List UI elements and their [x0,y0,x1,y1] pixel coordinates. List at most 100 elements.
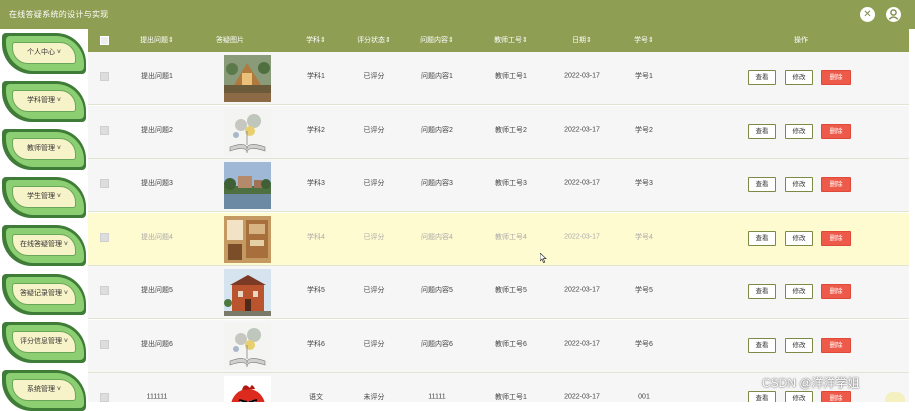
view-button[interactable]: 查看 [748,177,776,192]
cell-teacher: 教师工号5 [495,287,527,294]
view-button[interactable]: 查看 [748,124,776,139]
scroll-to-top-handle[interactable] [885,392,905,402]
cell-student: 学号2 [635,127,653,134]
edit-button[interactable]: 修改 [785,124,813,139]
cell-teacher: 教师工号3 [495,180,527,187]
sidebar-item[interactable]: 学科管理 ˅ [2,81,86,122]
cell-teacher: 教师工号1 [495,73,527,80]
watermark: CSDN @洋洋学姐 [762,376,860,390]
campus-lake-photo-thumbnail [224,162,271,209]
delete-button[interactable]: 删除 [821,177,851,192]
cell-teacher: 教师工号4 [495,234,527,241]
edit-button[interactable]: 修改 [785,391,813,402]
sidebar-item-label: 学生管理 ˅ [26,193,62,200]
column-header[interactable]: 学号⇕ [624,29,664,52]
edit-button[interactable]: 修改 [785,231,813,246]
table-row[interactable]: 提出问题4 学科4 已评分 问题内容4 教师工号4 2022-03-17 学号4 查看 修改 删除 [88,213,909,266]
dorm-room-photo-thumbnail [224,216,271,263]
sidebar-item-label: 教师管理 ˅ [26,145,62,152]
sidebar-item[interactable]: 个人中心 ˅ [2,33,86,74]
cell-student: 001 [638,393,650,401]
sidebar-item-label: 学科管理 ˅ [26,97,62,104]
cell-content: 问题内容1 [421,73,453,80]
edit-button[interactable]: 修改 [785,177,813,192]
sidebar-item-label: 系统管理 ˅ [26,386,62,393]
select-all-checkbox[interactable] [100,36,109,45]
delete-button[interactable]: 删除 [821,284,851,299]
row-checkbox[interactable] [100,393,109,402]
view-button[interactable]: 查看 [748,338,776,353]
cell-teacher: 教师工号6 [495,341,527,348]
column-header: 操作 [794,37,808,44]
delete-button[interactable]: 删除 [821,124,851,139]
view-button[interactable]: 查看 [748,70,776,85]
sidebar-item[interactable]: 教师管理 ˅ [2,129,86,170]
sidebar-item[interactable]: 答疑记录管理 ˅ [2,274,86,315]
close-icon[interactable]: ✕ [860,7,875,22]
table-row[interactable]: 提出问题5 学科5 已评分 问题内容5 教师工号5 2022-03-17 学号5 查看 修改 删除 [88,266,909,319]
table-row[interactable]: 提出问题1 学科1 已评分 问题内容1 教师工号1 2022-03-17 学号1 查看 修改 删除 [88,52,909,105]
cell-student: 学号3 [635,180,653,187]
cell-question: 提出问题6 [141,341,173,348]
column-header[interactable]: 教师工号⇕ [486,29,536,52]
row-checkbox[interactable] [100,126,109,135]
view-button[interactable]: 查看 [748,231,776,246]
sidebar-item-label: 个人中心 ˅ [26,49,62,56]
book-sketch-thumbnail [224,323,271,370]
cell-question: 提出问题2 [141,127,173,134]
row-checkbox[interactable] [100,72,109,81]
row-checkbox[interactable] [100,286,109,295]
column-header[interactable]: 评分状态⇕ [354,29,394,52]
column-header[interactable]: 学科⇕ [296,29,336,52]
delete-button[interactable]: 删除 [821,338,851,353]
table-row[interactable]: 提出问题6 学科6 已评分 问题内容6 教师工号6 2022-03-17 学号6 查看 修改 删除 [88,320,909,373]
column-header[interactable]: 提出问题⇕ [132,29,182,52]
cell-teacher: 教师工号2 [495,127,527,134]
cell-question: 提出问题1 [141,73,173,80]
table-row[interactable]: 提出问题3 学科3 已评分 问题内容3 教师工号3 2022-03-17 学号3 查看 修改 删除 [88,159,909,212]
cell-question: 111111 [146,393,168,401]
book-sketch-thumbnail [224,109,271,156]
cell-content: 11111 [428,393,446,401]
cell-content: 问题内容5 [421,287,453,294]
cell-student: 学号1 [635,73,653,80]
sidebar-item[interactable]: 在线答疑管理 ˅ [2,225,86,266]
cell-student: 学号6 [635,341,653,348]
brick-building-photo-thumbnail [224,269,271,316]
angry-bird-thumbnail [224,376,271,402]
view-button[interactable]: 查看 [748,284,776,299]
column-header[interactable]: 日期⇕ [557,29,607,52]
sidebar-item[interactable]: 学生管理 ˅ [2,177,86,218]
sidebar: 个人中心 ˅ 学科管理 ˅ 教师管理 ˅ 学生管理 ˅ 在线答疑管理 ˅ 答疑记录管理 ˅… [0,29,88,411]
data-table: 提出问题⇕ 答疑图片 学科⇕ 评分状态⇕ 问题内容⇕ 教师工号⇕ 日期⇕ 学号⇕ 操作 提出问题… [88,29,915,402]
cell-content: 问题内容4 [421,234,453,241]
sidebar-item-label: 评分信息管理 ˅ [19,338,69,345]
delete-button[interactable]: 删除 [821,231,851,246]
row-checkbox[interactable] [100,179,109,188]
cell-student: 学号4 [635,234,653,241]
cell-teacher: 教师工号1 [495,394,527,401]
cell-question: 提出问题3 [141,180,173,187]
delete-button[interactable]: 删除 [821,391,851,402]
temple-photo-thumbnail [224,55,271,102]
cell-question: 提出问题4 [141,234,173,241]
delete-button[interactable]: 删除 [821,70,851,85]
column-header: 答疑图片 [216,37,244,44]
cell-content: 问题内容3 [421,180,453,187]
cell-student: 学号5 [635,287,653,294]
column-header[interactable]: 问题内容⇕ [412,29,462,52]
cell-content: 问题内容2 [421,127,453,134]
row-checkbox[interactable] [100,233,109,242]
table-row[interactable]: 提出问题2 学科2 已评分 问题内容2 教师工号2 2022-03-17 学号2 查看 修改 删除 [88,106,909,159]
app-title: 在线答疑系统的设计与实现 [9,10,109,19]
view-button[interactable]: 查看 [748,391,776,402]
edit-button[interactable]: 修改 [785,338,813,353]
user-icon[interactable] [886,7,901,22]
sidebar-item[interactable]: 系统管理 ˅ [2,370,86,411]
mouse-cursor-icon [540,253,547,263]
edit-button[interactable]: 修改 [785,284,813,299]
edit-button[interactable]: 修改 [785,70,813,85]
row-checkbox[interactable] [100,340,109,349]
sidebar-item[interactable]: 评分信息管理 ˅ [2,322,86,363]
sidebar-item-label: 答疑记录管理 ˅ [19,290,69,297]
